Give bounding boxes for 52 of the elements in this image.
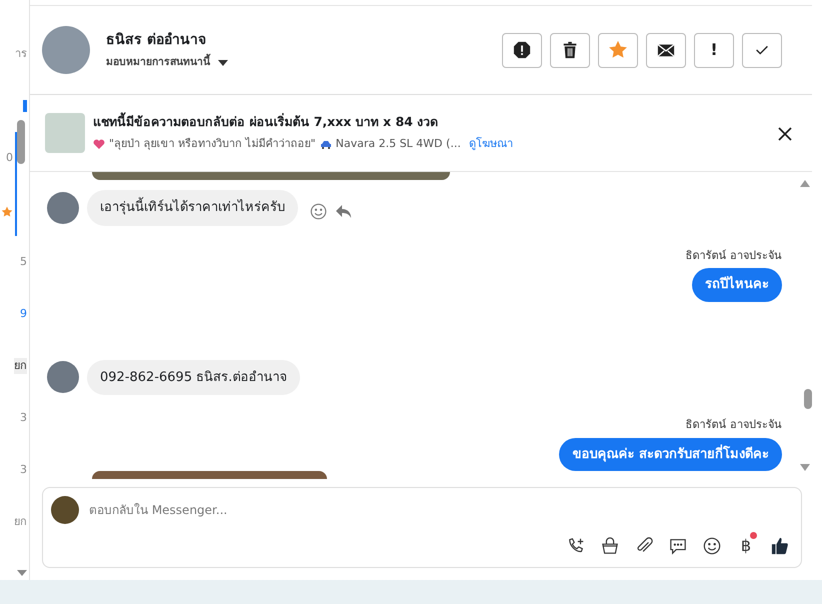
check-button[interactable] (742, 32, 782, 68)
exclamation-button[interactable]: ! (694, 32, 734, 68)
caret-icon (218, 60, 228, 66)
alert-icon (513, 41, 531, 59)
phone-plus-icon (567, 537, 585, 555)
avatar (47, 192, 79, 224)
list-marker-icon (23, 100, 27, 112)
message-bubble: ขอบคุณค่ะ สะดวกรับสายกี่โมงดีคะ (559, 438, 782, 471)
assign-dropdown[interactable]: มอบหมายการสนทนานี้ (106, 54, 228, 70)
list-fragment[interactable]: 3 (20, 410, 27, 426)
reply-icon[interactable] (335, 204, 352, 220)
list-fragment[interactable]: 9 (20, 306, 27, 322)
list-fragment[interactable]: าร (15, 46, 27, 62)
baht-button[interactable]: ฿ (733, 533, 759, 559)
star-icon (609, 41, 627, 59)
alert-button[interactable] (502, 32, 542, 68)
mail-button[interactable] (646, 32, 686, 68)
car-model: Navara 2.5 SL 4WD (... (336, 136, 461, 152)
scroll-down-icon[interactable] (17, 570, 27, 576)
trash-icon (561, 41, 579, 59)
message-bubble: เอารุ่นนี้เทิร์นได้ราคาเท่าไหร่ครับ (87, 190, 298, 226)
view-ad-link[interactable]: ดูโฆษณา (468, 136, 513, 153)
scrollbar-thumb[interactable] (804, 389, 812, 409)
list-fragment[interactable]: 5 (20, 254, 27, 270)
avatar (42, 26, 90, 74)
list-fragment[interactable]: 3 (20, 462, 27, 478)
star-icon (1, 204, 13, 216)
list-fragment[interactable]: ยก (14, 358, 27, 374)
car-icon (320, 140, 332, 149)
message-bubble: 092-862-6695 ธนิสร.ต่ออำนาจ (87, 360, 300, 395)
star-button[interactable] (598, 32, 638, 68)
trash-button[interactable] (550, 32, 590, 68)
chat-bubble-icon (669, 537, 687, 555)
sender-name: ธิดารัตน์ อาจประจัน (686, 417, 782, 433)
message-bubble: รถปีไหนคะ (692, 268, 782, 302)
avatar (47, 361, 79, 394)
scroll-down-icon[interactable] (800, 464, 810, 471)
smiley-icon[interactable] (310, 203, 327, 220)
list-fragment[interactable]: ยก (14, 514, 27, 530)
list-fragment[interactable]: 0 (6, 150, 13, 166)
smiley-icon (703, 537, 721, 555)
scrollbar-thumb[interactable] (17, 120, 25, 164)
ad-thumbnail (45, 113, 85, 153)
sender-name: ธิดารัตน์ อาจประจัน (686, 248, 782, 264)
shopping-bag-icon (601, 537, 619, 555)
heart-icon (93, 138, 105, 150)
ad-title: แชทนี้มีข้อความตอบกลับต่อ ผ่อนเริ่มต้น 7,xxx บาท x 84 งวด (93, 113, 440, 132)
contact-name: ธนิสร ต่ออำนาจ (106, 30, 207, 50)
thumbs-up-icon (771, 537, 789, 555)
avatar (51, 496, 79, 524)
scroll-up-icon[interactable] (800, 180, 810, 187)
ad-subtitle: "ลุยป่า ลุยเขา หรือทางวิบาก ไม่มีคำว่าถอย" (109, 136, 316, 152)
